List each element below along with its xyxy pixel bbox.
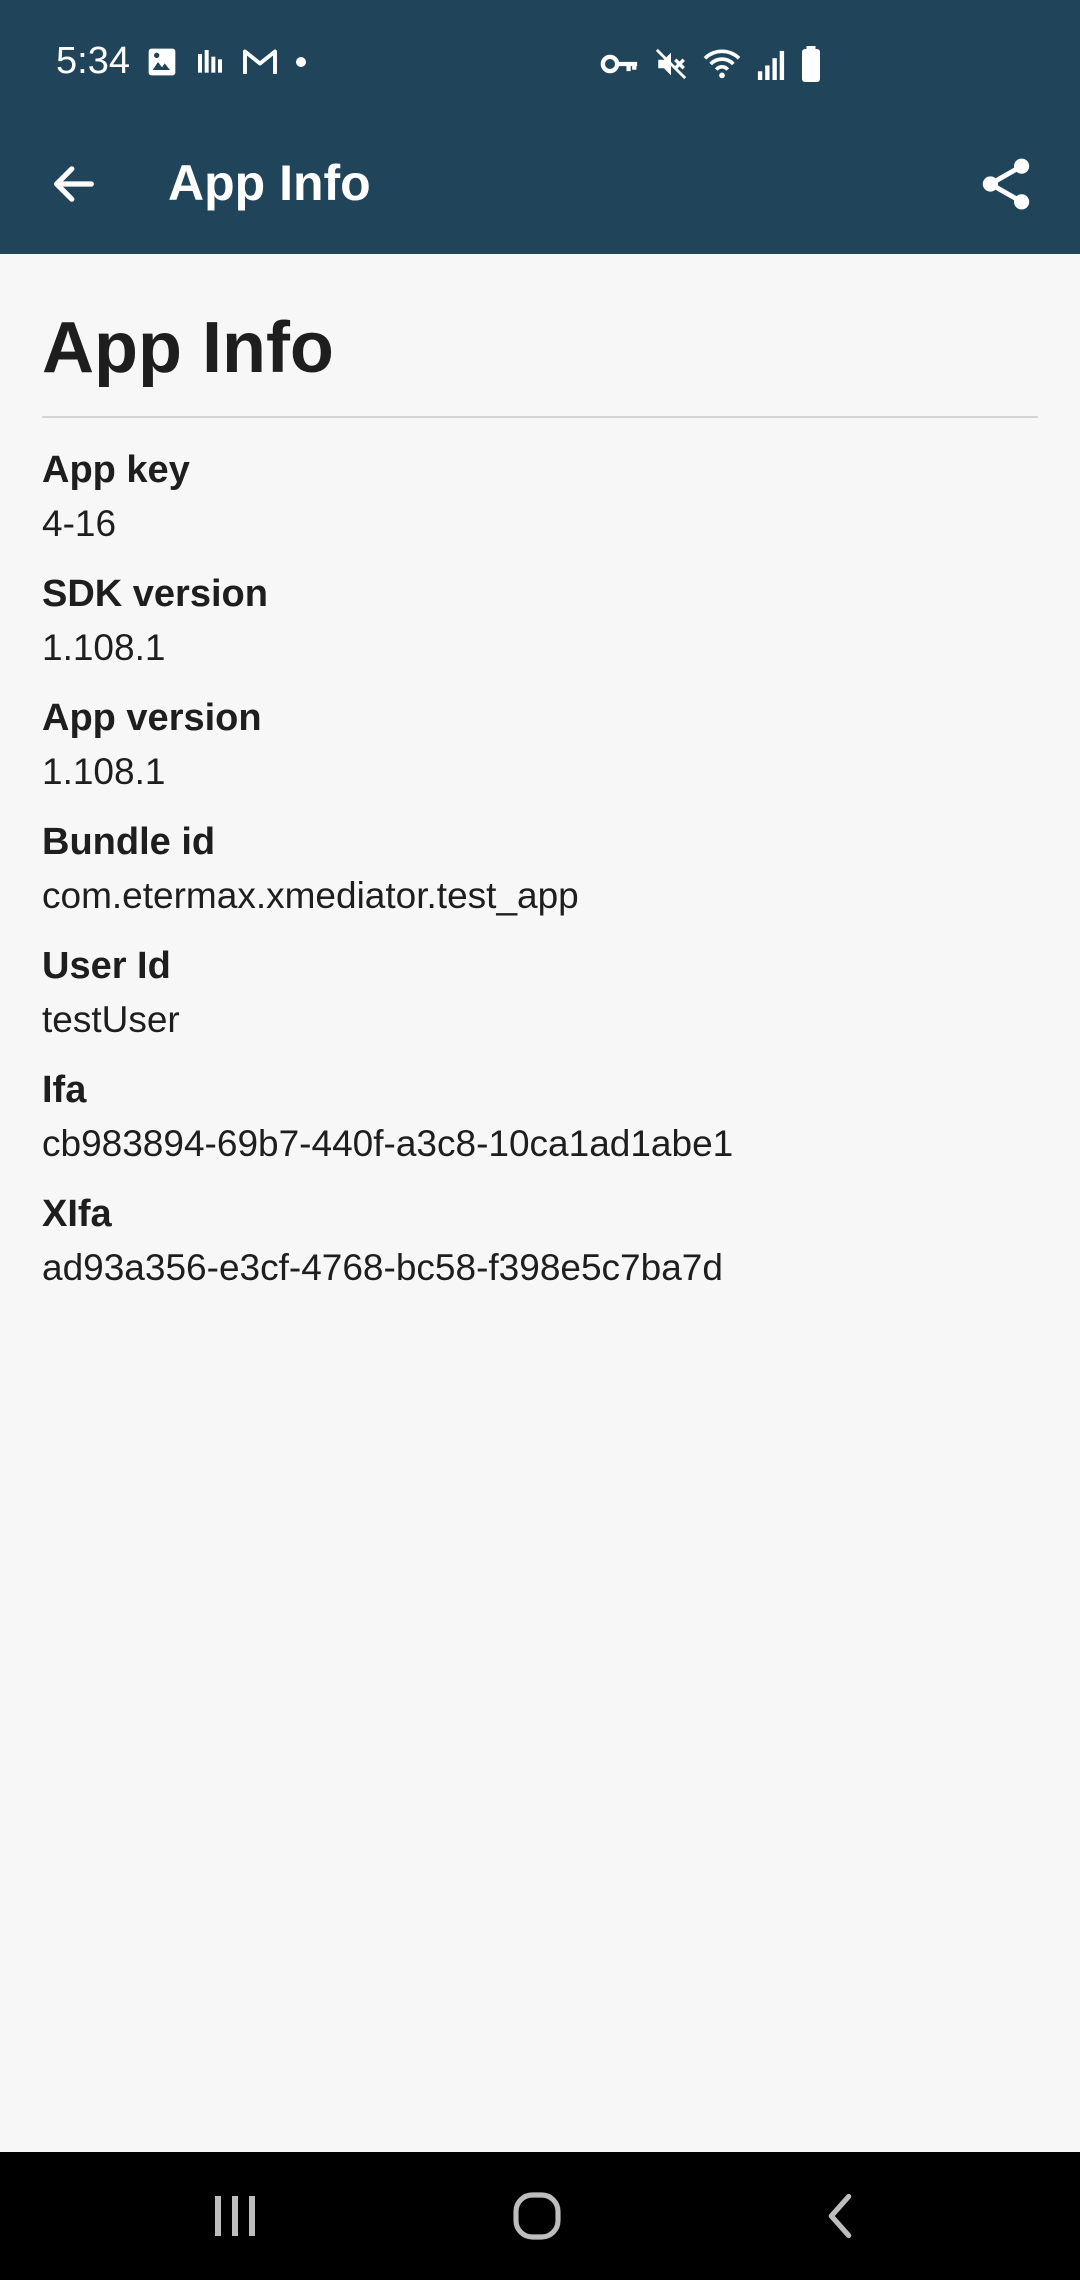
info-label: Bundle id xyxy=(42,821,216,863)
home-icon xyxy=(513,2192,561,2240)
info-label: Ifa xyxy=(42,1069,87,1111)
share-button[interactable] xyxy=(978,154,1034,214)
arrow-back-icon xyxy=(54,166,94,202)
status-system-icons xyxy=(600,46,822,82)
info-list: App key 4-16 SDK version 1.108.1 App ver… xyxy=(42,444,1038,1312)
info-value: ad93a356-e3cf-4768-bc58-f398e5c7ba7d xyxy=(42,1247,723,1288)
gmail-icon xyxy=(242,47,278,77)
info-value: 4-16 xyxy=(42,503,117,544)
system-nav-bar xyxy=(0,2152,1080,2280)
app-bar-title: App Info xyxy=(168,155,371,211)
home-button[interactable] xyxy=(497,2184,577,2248)
info-label: App key xyxy=(42,449,190,491)
share-icon xyxy=(982,158,1030,210)
info-item-app-key: App key 4-16 xyxy=(42,444,1038,568)
signal-icon xyxy=(756,48,786,80)
image-icon xyxy=(146,46,178,78)
status-notification-icons xyxy=(146,46,308,78)
info-value: cb983894-69b7-440f-a3c8-10ca1ad1abe1 xyxy=(42,1123,734,1164)
info-value: 1.108.1 xyxy=(42,627,166,668)
wifi-icon xyxy=(702,47,742,81)
mute-icon xyxy=(654,47,688,81)
status-time: 5:34 xyxy=(56,40,130,82)
info-item-sdk-version: SDK version 1.108.1 xyxy=(42,568,1038,692)
battery-icon xyxy=(800,46,822,82)
info-value: com.etermax.xmediator.test_app xyxy=(42,875,579,916)
status-bar: 5:34 xyxy=(0,0,1080,128)
recents-icon xyxy=(215,2196,255,2236)
vpn-key-icon xyxy=(600,49,640,79)
info-item-user-id: User Id testUser xyxy=(42,940,1038,1064)
dot-icon xyxy=(294,55,308,69)
info-label: SDK version xyxy=(42,573,268,615)
info-item-bundle-id: Bundle id com.etermax.xmediator.test_app xyxy=(42,816,1038,940)
back-nav-button[interactable] xyxy=(800,2184,880,2248)
voicemail-bars-icon xyxy=(194,46,226,78)
info-value: testUser xyxy=(42,999,180,1040)
app-bar: App Info xyxy=(0,128,1080,254)
info-value: 1.108.1 xyxy=(42,751,166,792)
back-nav-icon xyxy=(828,2193,852,2239)
title-divider xyxy=(42,416,1038,418)
info-label: App version xyxy=(42,697,262,739)
info-item-app-version: App version 1.108.1 xyxy=(42,692,1038,816)
back-button[interactable] xyxy=(46,156,102,212)
app-info-content: App Info App key 4-16 SDK version 1.108.… xyxy=(42,254,1038,1312)
info-item-ifa: Ifa cb983894-69b7-440f-a3c8-10ca1ad1abe1 xyxy=(42,1064,1038,1188)
page-title: App Info xyxy=(42,308,334,388)
info-item-xifa: XIfa ad93a356-e3cf-4768-bc58-f398e5c7ba7… xyxy=(42,1188,1038,1312)
info-label: User Id xyxy=(42,945,171,987)
recents-button[interactable] xyxy=(195,2184,275,2248)
info-label: XIfa xyxy=(42,1193,112,1235)
